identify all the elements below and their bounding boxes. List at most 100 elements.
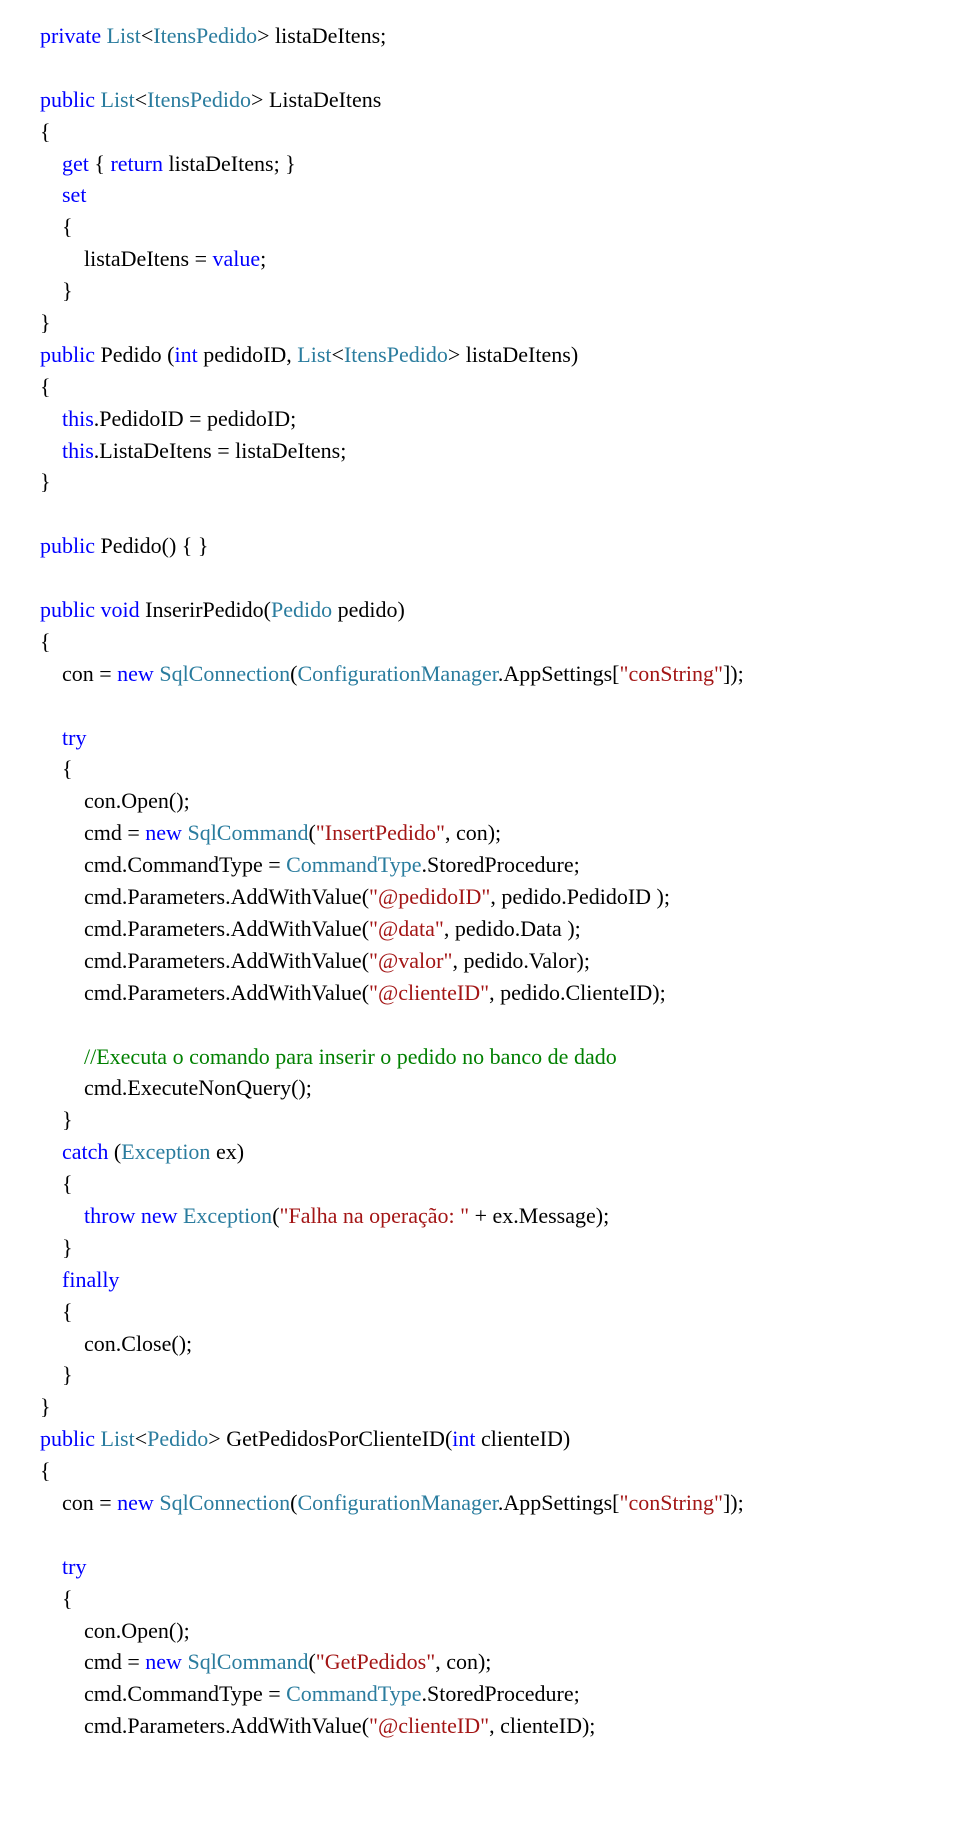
type-itenspedido: ItensPedido	[344, 342, 448, 367]
str-insertpedido: "InsertPedido"	[316, 820, 445, 845]
code-block: private List<ItensPedido> listaDeItens; …	[40, 20, 920, 1742]
type-sqlcommand: SqlCommand	[182, 820, 309, 845]
brace-open: {	[40, 756, 78, 781]
str-clienteid: "@clienteID"	[369, 980, 489, 1005]
kw-finally: finally	[40, 1267, 119, 1292]
kw-new: new	[145, 820, 182, 845]
assign: .ListaDeItens = listaDeItens;	[94, 438, 352, 463]
str-clienteid: "@clienteID"	[369, 1713, 489, 1738]
method-name: > GetPedidosPorClienteID(	[208, 1426, 452, 1451]
cmdtype: cmd.CommandType =	[40, 852, 286, 877]
type-itenspedido: ItensPedido	[153, 23, 257, 48]
type-commandtype: CommandType	[286, 852, 421, 877]
con-close: con.Close();	[40, 1331, 198, 1356]
cmdtype: cmd.CommandType =	[40, 1681, 286, 1706]
param-close: , pedido.PedidoID );	[490, 884, 675, 909]
param-add: cmd.Parameters.AddWithValue(	[40, 948, 369, 973]
type-list: List	[95, 1426, 135, 1451]
kw-catch: catch	[40, 1139, 108, 1164]
kw-public: public	[40, 87, 95, 112]
param-close: > listaDeItens)	[448, 342, 584, 367]
kw-set: set	[40, 182, 86, 207]
cmd-assign: cmd =	[40, 820, 145, 845]
brace-close: }	[40, 310, 56, 335]
kw-public: public	[40, 1426, 95, 1451]
close: ]);	[723, 1490, 749, 1515]
param-close: , pedido.ClienteID);	[489, 980, 671, 1005]
type-configmanager: ConfigurationManager	[297, 1490, 497, 1515]
kw-try: try	[40, 725, 86, 750]
kw-this: this	[40, 406, 94, 431]
brace-open: {	[40, 1299, 78, 1324]
ctor-name: Pedido (	[95, 342, 174, 367]
kw-get: get	[40, 151, 89, 176]
type-list: List	[95, 87, 135, 112]
type-pedido: Pedido	[271, 597, 332, 622]
str-constring: "conString"	[619, 1490, 723, 1515]
paren: (	[308, 1649, 315, 1674]
con-assign: con =	[40, 1490, 117, 1515]
kw-new: new	[145, 1649, 182, 1674]
close: , con);	[445, 820, 507, 845]
type-commandtype: CommandType	[286, 1681, 421, 1706]
param-add: cmd.Parameters.AddWithValue(	[40, 884, 369, 909]
brace-close: }	[40, 1394, 56, 1419]
brace-close: }	[40, 1362, 78, 1387]
semicolon: ;	[260, 246, 272, 271]
kw-private: private	[40, 23, 101, 48]
kw-void: void	[101, 597, 140, 622]
str-getpedidos: "GetPedidos"	[316, 1649, 435, 1674]
kw-int: int	[452, 1426, 475, 1451]
con-open: con.Open();	[40, 788, 195, 813]
brace-open: {	[40, 214, 78, 239]
type-sqlconnection: SqlConnection	[154, 661, 290, 686]
field-decl: > listaDeItens;	[257, 23, 392, 48]
type-sqlconnection: SqlConnection	[154, 1490, 290, 1515]
type-sqlcommand: SqlCommand	[182, 1649, 309, 1674]
cmd-assign: cmd =	[40, 1649, 145, 1674]
brace: {	[89, 151, 111, 176]
kw-int: int	[174, 342, 197, 367]
type-exception: Exception	[177, 1203, 272, 1228]
brace-close: }	[40, 278, 78, 303]
kw-new: new	[117, 1490, 154, 1515]
kw-new: new	[141, 1203, 178, 1228]
paren: (	[108, 1139, 121, 1164]
return-expr: listaDeItens; }	[163, 151, 301, 176]
brace-close: }	[40, 1107, 78, 1132]
kw-public: public	[40, 533, 95, 558]
close: ]);	[723, 661, 749, 686]
con-open: con.Open();	[40, 1618, 195, 1643]
param-add: cmd.Parameters.AddWithValue(	[40, 916, 369, 941]
brace-open: {	[40, 374, 56, 399]
assign-left: listaDeItens =	[40, 246, 213, 271]
type-configmanager: ConfigurationManager	[297, 661, 497, 686]
kw-public: public	[40, 597, 95, 622]
kw-public: public	[40, 342, 95, 367]
type-list: List	[101, 23, 141, 48]
kw-value: value	[213, 246, 261, 271]
type-exception: Exception	[121, 1139, 210, 1164]
appsettings: .AppSettings[	[498, 1490, 620, 1515]
comment-execute: //Executa o comando para inserir o pedid…	[40, 1044, 622, 1069]
paren: (	[308, 820, 315, 845]
param-close: , clienteID);	[489, 1713, 601, 1738]
brace-open: {	[40, 1586, 78, 1611]
execnonquery: cmd.ExecuteNonQuery();	[40, 1075, 317, 1100]
paren: (	[272, 1203, 279, 1228]
ctor-empty: Pedido() { }	[95, 533, 214, 558]
brace-open: {	[40, 1458, 56, 1483]
kw-throw: throw	[40, 1203, 135, 1228]
method-name: InserirPedido(	[140, 597, 271, 622]
angle-open: <	[332, 342, 344, 367]
brace-close: }	[40, 469, 56, 494]
kw-new: new	[117, 661, 154, 686]
param-close: ex)	[210, 1139, 249, 1164]
param-close: clienteID)	[476, 1426, 576, 1451]
assign: .PedidoID = pedidoID;	[94, 406, 302, 431]
close: , con);	[435, 1649, 497, 1674]
kw-return: return	[110, 151, 163, 176]
concat-close: + ex.Message);	[469, 1203, 615, 1228]
brace-open: {	[40, 1171, 78, 1196]
param-close: , pedido.Data );	[444, 916, 586, 941]
